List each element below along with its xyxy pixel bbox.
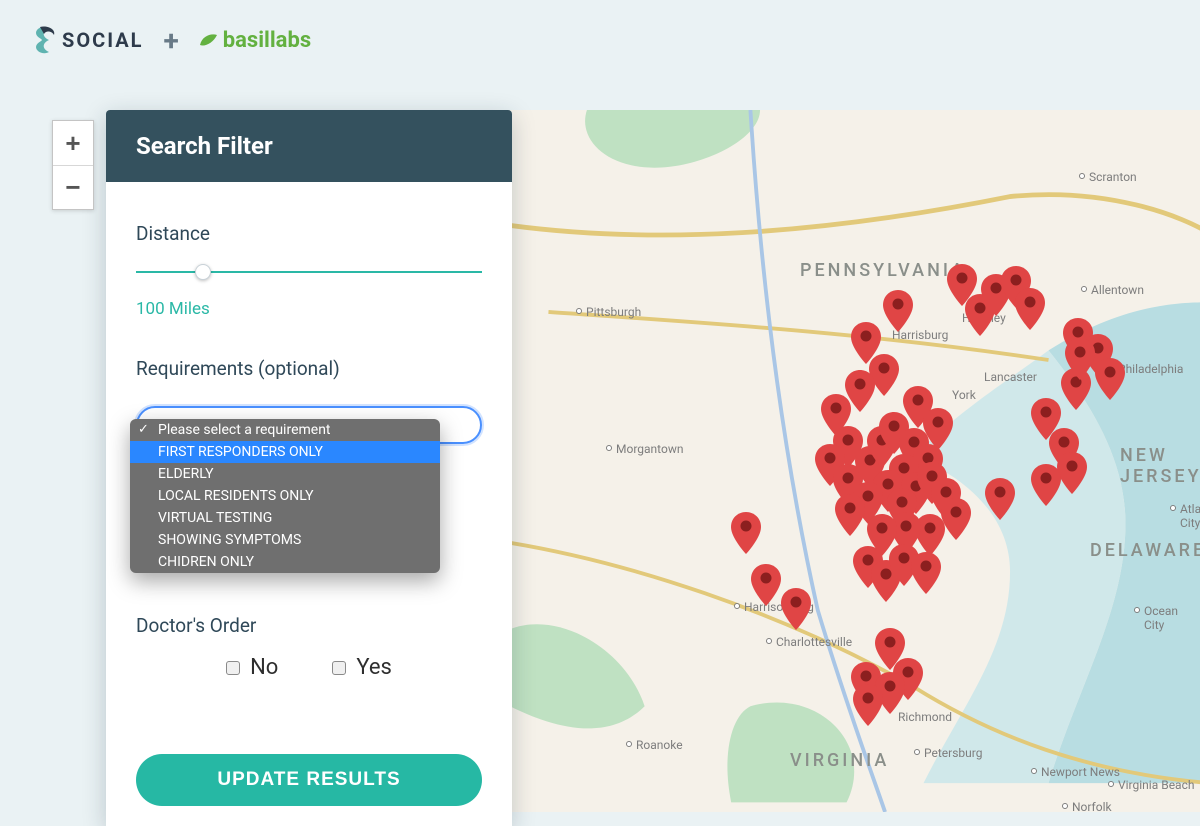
map[interactable]: PENNSYLVANIA NEW JERSEY DELAWARE VIRGINIA Sc… [510,110,1200,812]
map-zoom-control: + − [52,120,94,210]
map-pin[interactable] [1095,358,1125,400]
map-pin[interactable] [1057,452,1087,494]
doctors-order-label: Doctor's Order [136,614,482,637]
doctors-order-no-label: No [250,655,278,680]
search-filter-panel: Search Filter Distance 100 Miles Require… [106,110,512,826]
requirements-option[interactable]: SHOWING SYMPTOMS [130,529,440,551]
map-pin[interactable] [941,498,971,540]
social-logo-icon [34,25,56,55]
requirements-option[interactable]: FIRST RESPONDERS ONLY [130,441,440,463]
city-dot-icon [1079,173,1085,179]
city-dot-icon [1081,286,1087,292]
main: + − Search Filter Distance 100 Miles Req… [40,100,1200,812]
state-label: NEW JERSEY [1120,445,1200,487]
distance-label: Distance [136,222,482,245]
city-label: Richmond [898,710,952,724]
state-label: DELAWARE [1090,540,1200,561]
requirements-option[interactable]: CHIDREN ONLY [130,551,440,573]
plus-icon: + [163,24,178,57]
city-dot-icon [1108,781,1114,787]
checkbox-icon[interactable] [226,661,240,675]
city-label: Pittsburgh [586,305,641,319]
panel-body: Distance 100 Miles Requirements (optiona… [106,182,512,826]
doctors-order-yes-label: Yes [356,655,392,680]
requirements-dropdown[interactable]: Please select a requirementFIRST RESPOND… [130,419,440,573]
city-dot-icon [914,749,920,755]
map-pin[interactable] [853,684,883,726]
city-dot-icon [576,308,582,314]
city-label: Petersburg [924,746,982,760]
city-label: Philadelphia [1118,362,1183,376]
basillabs-logo-text: basillabs [223,28,311,53]
city-label: Lancaster [984,370,1037,384]
city-label: Roanoke [636,738,683,752]
city-label: York [952,388,976,402]
city-dot-icon [606,445,612,451]
city-dot-icon [626,741,632,747]
doctors-order-no[interactable]: No [226,655,278,680]
header: SOCIAL + basillabs [0,0,1200,80]
city-dot-icon [1134,607,1140,613]
requirements-option[interactable]: VIRTUAL TESTING [130,507,440,529]
city-label: Morgantown [616,442,683,456]
city-label: Ocean City [1144,604,1200,632]
map-pin[interactable] [911,552,941,594]
requirements-label: Requirements (optional) [136,357,482,380]
map-pin[interactable] [1065,338,1095,380]
city-dot-icon [1031,768,1037,774]
city-label: Allentown [1091,283,1144,297]
zoom-out-button[interactable]: − [53,165,93,209]
map-pin[interactable] [781,588,811,630]
map-pin[interactable] [835,494,865,536]
state-label: PENNSYLVANIA [800,260,966,281]
map-pin[interactable] [1031,464,1061,506]
leaf-icon [199,33,217,47]
panel-title: Search Filter [106,110,512,182]
doctors-order-field: Doctor's Order No Yes [136,614,482,680]
map-pin[interactable] [883,290,913,332]
map-pin[interactable] [731,512,761,554]
zoom-in-button[interactable]: + [53,121,93,165]
distance-value: 100 Miles [136,299,482,319]
city-label: Virginia Beach [1118,778,1194,792]
social-logo: SOCIAL [34,25,143,55]
requirements-option[interactable]: Please select a requirement [130,419,440,441]
state-label: VIRGINIA [790,750,889,771]
requirements-option[interactable]: LOCAL RESIDENTS ONLY [130,485,440,507]
city-label: Newport News [1041,765,1120,779]
requirements-option[interactable]: ELDERLY [130,463,440,485]
city-label: Charlottesville [776,635,852,649]
map-pin[interactable] [1015,288,1045,330]
checkbox-icon[interactable] [332,661,346,675]
doctors-order-yes[interactable]: Yes [332,655,392,680]
city-dot-icon [1170,505,1176,511]
distance-slider[interactable] [136,271,482,273]
distance-field: Distance 100 Miles [136,222,482,319]
distance-slider-thumb[interactable] [195,264,211,280]
social-logo-text: SOCIAL [62,28,143,52]
requirements-field: Requirements (optional) Please select a … [136,357,482,444]
map-pin[interactable] [985,478,1015,520]
city-dot-icon [734,603,740,609]
update-results-button[interactable]: UPDATE RESULTS [136,754,482,806]
map-pin[interactable] [751,564,781,606]
city-dot-icon [1062,803,1068,809]
city-dot-icon [766,638,772,644]
basillabs-logo: basillabs [199,28,311,53]
city-label: Norfolk [1072,800,1112,812]
city-label: Scranton [1089,170,1137,184]
city-label: Atlantic City [1180,502,1200,530]
